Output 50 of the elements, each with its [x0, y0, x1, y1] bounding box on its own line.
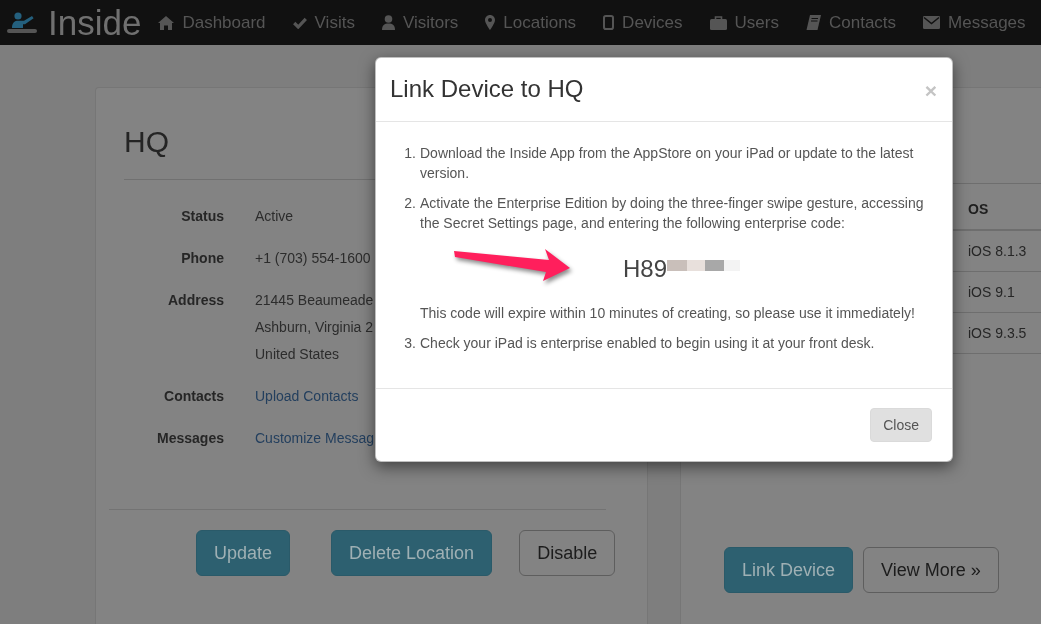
step-text: Activate the Enterprise Edition by doing the three-finger swipe gesture, accessing the Secret Settings page, and entering the following enterprise code:: [420, 195, 924, 231]
briefcase-icon: [709, 15, 727, 30]
map-marker-icon: [485, 15, 496, 30]
delete-location-button[interactable]: Delete Location: [331, 530, 493, 576]
update-button[interactable]: Update: [196, 530, 291, 576]
user-icon: [381, 15, 395, 30]
nav-link[interactable]: Locations: [485, 12, 577, 33]
disable-button[interactable]: Disable: [519, 530, 616, 576]
expiry-note: This code will expire within 10 minutes of creating, so please use it immediately!: [420, 304, 916, 323]
tablet-icon: [603, 15, 615, 30]
detail-label: Status: [180, 207, 224, 226]
column-header: OS: [967, 199, 990, 219]
brand-name[interactable]: Inside: [48, 2, 142, 43]
detail-value: 21445 Beaumeade Ashburn, Virginia 2 United States: [255, 291, 374, 364]
detail-link[interactable]: Customize Messag: [255, 430, 375, 446]
detail-label: Contacts: [163, 387, 224, 406]
step-number: 3.: [403, 334, 416, 353]
detail-label: Address: [166, 291, 224, 310]
step-number: 1.: [403, 144, 416, 163]
view-more-button[interactable]: View More »: [863, 547, 999, 593]
nav-link[interactable]: Devices: [603, 12, 683, 33]
nav-link[interactable]: Messages: [923, 12, 1026, 33]
table-cell-text: iOS 9.1: [967, 283, 1016, 302]
step-text: Download the Inside App from the AppStore on your iPad or update to the latest version.: [420, 145, 914, 181]
step-text: Check your iPad is enterprise enabled to begin using it at your front desk.: [420, 335, 875, 351]
detail-label: Messages: [156, 429, 224, 448]
check-icon: [292, 16, 307, 29]
detail-value: Active: [255, 207, 294, 226]
nav-link[interactable]: Visitors: [381, 12, 459, 33]
enterprise-code: H89: [623, 254, 667, 284]
step-number: 2.: [403, 194, 416, 213]
nav-link[interactable]: Dashboard: [158, 12, 266, 33]
detail-value: +1 (703) 554-1600: [255, 249, 371, 268]
close-button[interactable]: ×: [924, 80, 937, 101]
nav-link[interactable]: Visits: [292, 12, 355, 33]
book-icon: [806, 15, 821, 30]
table-cell-text: iOS 8.1.3: [967, 242, 1028, 261]
envelope-icon: [923, 16, 941, 29]
person-at-desk-icon: [7, 11, 37, 34]
home-icon: [158, 15, 175, 30]
modal-title: Link Device to HQ: [390, 74, 584, 104]
link-device-button[interactable]: Link Device: [724, 547, 854, 593]
detail-label: Phone: [180, 249, 224, 268]
location-title: HQ: [124, 125, 169, 158]
nav-link[interactable]: Contacts: [806, 12, 897, 33]
detail-link[interactable]: Upload Contacts: [255, 388, 359, 404]
table-cell-text: iOS 9.3.5: [967, 324, 1028, 343]
pixelated-blur-icon: [667, 260, 740, 271]
close-button[interactable]: Close: [870, 408, 932, 442]
nav-link[interactable]: Users: [709, 12, 779, 33]
